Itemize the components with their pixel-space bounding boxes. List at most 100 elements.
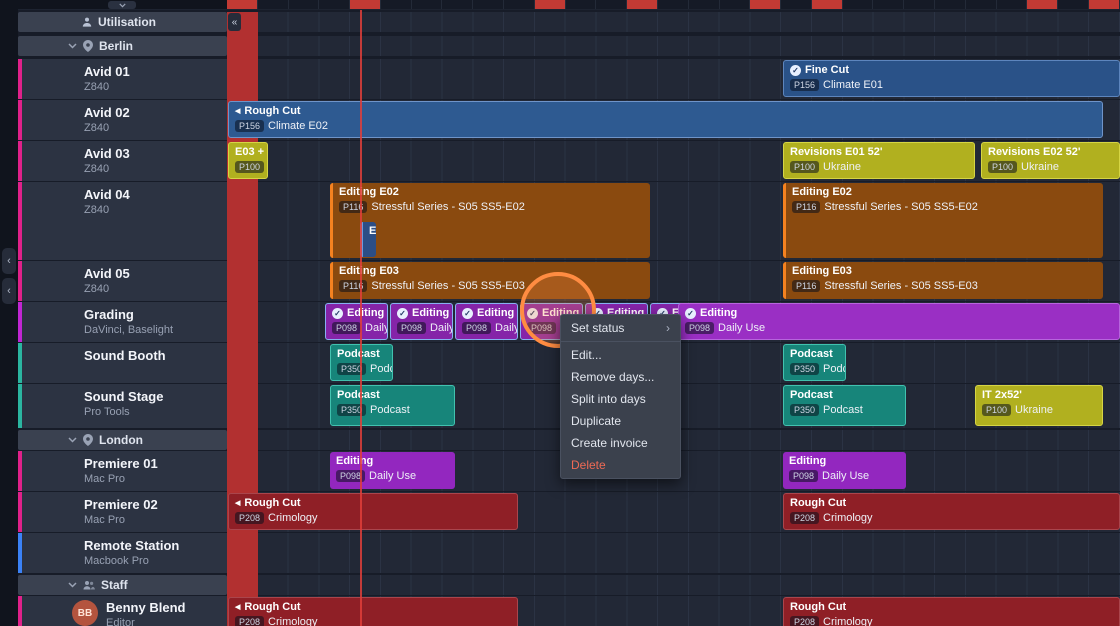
- menu-item-remove-days[interactable]: Remove days...: [561, 366, 680, 388]
- group-header-london[interactable]: London: [18, 430, 227, 450]
- menu-item-delete[interactable]: Delete: [561, 454, 680, 476]
- timeline-header-cell[interactable]: [627, 0, 658, 9]
- booking-block[interactable]: ✓EditingP098Daily Use: [678, 303, 1120, 340]
- utilisation-header[interactable]: Utilisation: [18, 12, 227, 32]
- timeline-header-cell[interactable]: [381, 0, 412, 9]
- menu-item-split-into-days[interactable]: Split into days: [561, 388, 680, 410]
- resource-cell[interactable]: GradingDaVinci, Baselight: [22, 302, 227, 342]
- resource-cell[interactable]: Remote StationMacbook Pro: [22, 533, 227, 573]
- booking-block[interactable]: ✓EditingP098Daily Use: [325, 303, 388, 340]
- booking-block[interactable]: Rough CutP208Crimology: [783, 597, 1120, 626]
- project-badge: P100: [235, 161, 264, 173]
- timeline-header-cell[interactable]: [289, 0, 320, 9]
- booking-subtitle: Daily Use: [822, 470, 869, 482]
- timeline-header-cell[interactable]: [412, 0, 443, 9]
- resource-cell[interactable]: Avid 03Z840: [22, 141, 227, 181]
- booking-block[interactable]: ✓EditingP098Daily Use: [455, 303, 518, 340]
- resource-cell[interactable]: Avid 02Z840: [22, 100, 227, 140]
- booking-block[interactable]: E…: [360, 222, 376, 257]
- timeline-header-cell[interactable]: [1027, 0, 1058, 9]
- timeline-header-cell[interactable]: [1089, 0, 1120, 9]
- timeline-header-cell[interactable]: [720, 0, 751, 9]
- timeline-header-cell[interactable]: [750, 0, 781, 9]
- resource-cell[interactable]: Premiere 01Mac Pro: [22, 451, 227, 491]
- booking-block[interactable]: Rough CutP208Crimology: [783, 493, 1120, 530]
- timeline-header-cell[interactable]: [843, 0, 874, 9]
- booking-block[interactable]: IT 2x52'P100Ukraine: [975, 385, 1103, 426]
- booking-subtitle: Daily Use: [369, 470, 416, 482]
- booking-subline: P100Ukraine: [982, 404, 1098, 416]
- view-dropdown-button[interactable]: [108, 1, 136, 9]
- timeline-header-cell[interactable]: [319, 0, 350, 9]
- timeline-header-cell[interactable]: [1058, 0, 1089, 9]
- resource-name: Avid 03: [84, 146, 130, 162]
- timeline-header-cell[interactable]: [904, 0, 935, 9]
- booking-block[interactable]: ✓Fine CutP156Climate E01: [783, 60, 1120, 97]
- resource-name: Grading: [84, 307, 173, 323]
- booking-block[interactable]: ✓EditingP098Daily Use: [390, 303, 453, 340]
- timeline-header-cell[interactable]: [596, 0, 627, 9]
- booking-block[interactable]: E03 + P100: [228, 142, 268, 179]
- booking-subline: P116Stressful Series - S05 SS5-E03: [339, 280, 646, 292]
- booking-block[interactable]: Revisions E02 52'P100Ukraine: [981, 142, 1120, 179]
- menu-item-duplicate[interactable]: Duplicate: [561, 410, 680, 432]
- timeline-header-cell[interactable]: [812, 0, 843, 9]
- booking-block[interactable]: Revisions E01 52'P100Ukraine: [783, 142, 975, 179]
- booking-title: E03 +: [235, 146, 263, 159]
- timeline-header-cell[interactable]: [781, 0, 812, 9]
- booking-title-text: Podcast: [790, 348, 833, 361]
- booking-block[interactable]: EditingP098Daily Use: [783, 452, 906, 489]
- booking-title-text: Editing: [477, 307, 514, 320]
- booking-block[interactable]: PodcastP350Podcast: [783, 344, 846, 381]
- group-header-berlin[interactable]: Berlin: [18, 36, 227, 56]
- timeline-header-cell[interactable]: [227, 0, 258, 9]
- booking-subline: P116Stressful Series - S05 SS5-E03: [792, 280, 1099, 292]
- booking-block[interactable]: ◀Rough CutP208Crimology: [228, 493, 518, 530]
- project-badge: P156: [235, 120, 264, 132]
- timeline-header-cell[interactable]: [689, 0, 720, 9]
- booking-subtitle: Ukraine: [1021, 161, 1059, 173]
- booking-title: Revisions E02 52': [988, 146, 1115, 159]
- resource-cell[interactable]: Avid 04Z840: [22, 182, 227, 260]
- booking-subline: P116Stressful Series - S05 SS5-E02: [792, 201, 1099, 213]
- sidebar-collapse-button[interactable]: «: [228, 13, 241, 31]
- booking-subline: P156Climate E01: [790, 79, 1115, 91]
- schedule-row: Staff: [18, 575, 1120, 595]
- timeline-header-cell[interactable]: [873, 0, 904, 9]
- timeline-header-cell[interactable]: [258, 0, 289, 9]
- timeline-header-cells: [227, 0, 1120, 9]
- group-header-staff[interactable]: Staff: [18, 575, 227, 595]
- resource-name: Avid 05: [84, 266, 130, 282]
- timeline-header-cell[interactable]: [473, 0, 504, 9]
- schedule-row: Avid 01Z840 ✓Fine CutP156Climate E01: [18, 59, 1120, 99]
- booking-block[interactable]: Editing E03P116Stressful Series - S05 SS…: [330, 262, 650, 299]
- booking-block[interactable]: PodcastP350Podcast: [783, 385, 906, 426]
- menu-item-create-invoice[interactable]: Create invoice: [561, 432, 680, 454]
- booking-block[interactable]: Editing E02P116Stressful Series - S05 SS…: [783, 183, 1103, 258]
- resource-cell[interactable]: Avid 01Z840: [22, 59, 227, 99]
- booking-block[interactable]: Editing E03P116Stressful Series - S05 SS…: [783, 262, 1103, 299]
- timeline-header-cell[interactable]: [658, 0, 689, 9]
- booking-block[interactable]: EditingP098Daily Use: [330, 452, 455, 489]
- timeline-header-cell[interactable]: [504, 0, 535, 9]
- booking-block[interactable]: PodcastP350Podcast: [330, 385, 455, 426]
- timeline-header-cell[interactable]: [997, 0, 1028, 9]
- booking-block[interactable]: ◀Rough CutP208Crimology: [228, 597, 518, 626]
- continues-left-icon: ◀: [235, 105, 240, 118]
- timeline-header-cell[interactable]: [535, 0, 566, 9]
- resource-cell[interactable]: Avid 05Z840: [22, 261, 227, 301]
- timeline-header-cell[interactable]: [966, 0, 997, 9]
- resource-cell[interactable]: Sound Booth: [22, 343, 227, 383]
- panel-toggle-button[interactable]: ‹: [2, 278, 16, 304]
- menu-item-edit[interactable]: Edit...: [561, 344, 680, 366]
- timeline-header-cell[interactable]: [566, 0, 597, 9]
- timeline-header-cell[interactable]: [442, 0, 473, 9]
- menu-item-set-status[interactable]: Set status›: [561, 317, 680, 339]
- booking-block[interactable]: Editing E02P116Stressful Series - S05 SS…: [330, 183, 650, 258]
- resource-cell[interactable]: Sound StagePro Tools: [22, 384, 227, 428]
- timeline-header-cell[interactable]: [935, 0, 966, 9]
- resource-cell[interactable]: BBBenny BlendEditor: [22, 596, 227, 626]
- resource-cell[interactable]: Premiere 02Mac Pro: [22, 492, 227, 532]
- timeline-header-cell[interactable]: [350, 0, 381, 9]
- panel-toggle-button[interactable]: ‹: [2, 248, 16, 274]
